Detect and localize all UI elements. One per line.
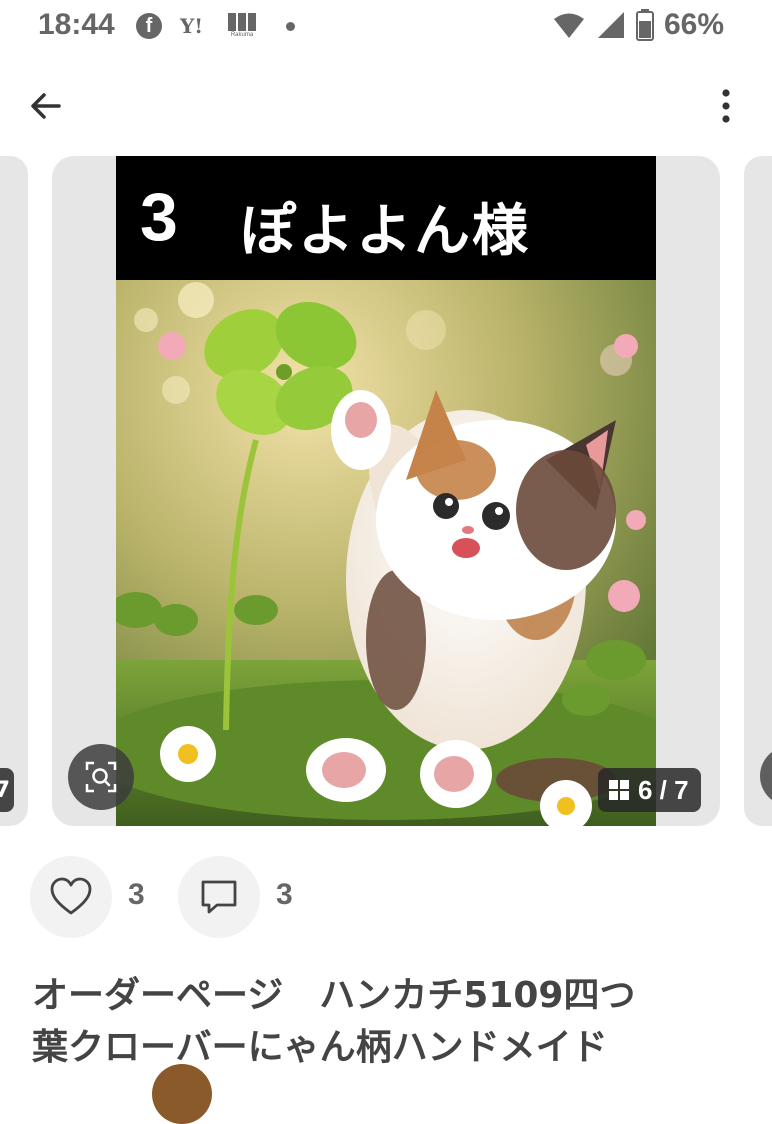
carousel-prev-card[interactable]: 7: [0, 156, 28, 826]
dot-icon: [286, 22, 295, 31]
back-button[interactable]: [22, 82, 70, 130]
prev-image-counter: 7: [0, 768, 14, 812]
status-bar: 18:44 f Y! Rakuma 66%: [0, 0, 772, 56]
zoom-button[interactable]: [68, 744, 134, 810]
grid-icon: [609, 780, 629, 800]
image-counter: 6 / 7: [598, 768, 701, 812]
comment-icon: [201, 880, 237, 914]
more-vertical-icon: [722, 89, 730, 123]
image-customer-name: ぽよよん様: [240, 199, 530, 264]
app-bar: [0, 70, 772, 140]
image-order-number: 3: [140, 179, 178, 255]
item-title-line-2: 葉クローバーにゃん柄ハンドメイド: [32, 1027, 608, 1068]
seller-avatar[interactable]: [152, 1064, 212, 1124]
like-count: 3: [128, 878, 145, 911]
next-card-zoom-fragment: [760, 746, 772, 806]
status-time: 18:44: [38, 8, 115, 41]
rakuma-icon: Rakuma: [226, 9, 258, 41]
image-carousel[interactable]: 7 3 ぽよよん様 6 / 7: [0, 156, 772, 826]
action-row: 3 3: [0, 856, 772, 940]
more-options-button[interactable]: [706, 82, 746, 130]
carousel-next-card[interactable]: [744, 156, 772, 826]
status-right: 66%: [552, 8, 724, 42]
image-caption-band: 3 ぽよよん様: [116, 156, 656, 280]
arrow-left-icon: [31, 93, 61, 119]
item-title: オーダーページ ハンカチ5109四つ 葉クローバーにゃん柄ハンドメイド: [32, 970, 752, 1074]
signal-icon: [597, 12, 624, 38]
battery-percent: 66%: [663, 8, 724, 41]
like-button[interactable]: [30, 856, 112, 938]
battery-icon: [635, 9, 654, 41]
product-image[interactable]: 3 ぽよよん様: [116, 156, 656, 826]
comment-button[interactable]: [178, 856, 260, 938]
yahoo-icon: Y!: [180, 14, 204, 38]
item-title-line-1: オーダーページ ハンカチ5109四つ: [32, 975, 636, 1016]
zoom-search-icon: [85, 761, 117, 793]
wifi-icon: [553, 13, 584, 38]
comment-count: 3: [276, 878, 293, 911]
kitten-clover-illustration: [116, 280, 656, 826]
heart-icon: [50, 877, 92, 915]
image-counter-text: 6 / 7: [638, 774, 689, 805]
facebook-icon: f: [136, 13, 162, 39]
